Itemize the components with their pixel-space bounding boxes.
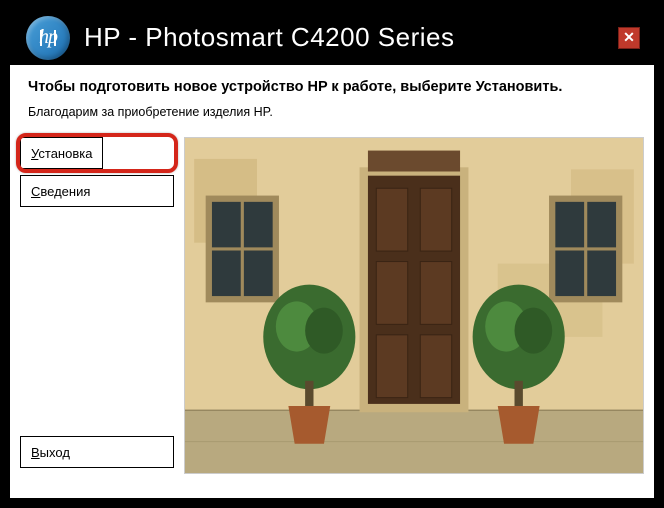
headline-text: Чтобы подготовить новое устройство HP к …	[28, 79, 636, 95]
hp-logo-icon: hp	[26, 16, 70, 60]
thanks-text: Благодарим за приобретение изделия HP.	[28, 105, 636, 119]
close-icon: ✕	[623, 29, 635, 46]
info-label-rest: ведения	[40, 184, 90, 199]
title-bar: hp HP - Photosmart C4200 Series ✕	[10, 10, 654, 65]
install-button[interactable]: Установка	[20, 137, 103, 169]
hero-image	[184, 137, 644, 474]
intro-text: Чтобы подготовить новое устройство HP к …	[10, 65, 654, 129]
installer-window: hp HP - Photosmart C4200 Series ✕ Чтобы …	[0, 0, 664, 508]
app-title: HP - Photosmart C4200 Series	[84, 22, 618, 53]
content-panel: Чтобы подготовить новое устройство HP к …	[10, 65, 654, 498]
sidebar: Установка Сведения Выход	[20, 137, 174, 474]
hp-logo-text: hp	[39, 26, 57, 49]
main-row: Установка Сведения Выход	[10, 129, 654, 484]
sidebar-spacer	[20, 213, 174, 436]
install-label-rest: становка	[38, 146, 92, 161]
info-hotkey: С	[31, 184, 40, 199]
exit-hotkey: В	[31, 445, 40, 460]
close-button[interactable]: ✕	[618, 27, 640, 49]
exit-button[interactable]: Выход	[20, 436, 174, 468]
exit-label-rest: ыход	[40, 445, 70, 460]
info-button[interactable]: Сведения	[20, 175, 174, 207]
